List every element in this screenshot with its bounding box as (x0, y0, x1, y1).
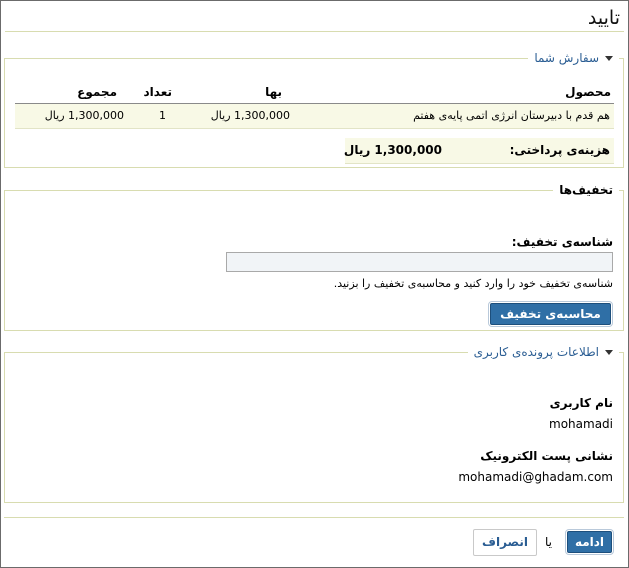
username-label: نام کاربری (549, 396, 613, 410)
title-divider (5, 31, 624, 32)
discounts-legend-label: تخفیف‌ها (559, 183, 613, 197)
profile-section: اطلاعات پرونده‌ی کاربری نام کاربری moham… (4, 345, 624, 503)
cancel-button[interactable]: انصراف (473, 529, 537, 556)
item-total: 1,300,000 ریال (44, 109, 124, 122)
or-text: یا (545, 535, 552, 549)
order-table: محصول بها تعداد مجموع هم قدم با دبیرستان… (15, 82, 614, 129)
profile-legend[interactable]: اطلاعات پرونده‌ی کاربری (468, 345, 619, 359)
email-label: نشانی پست الکترونیک (480, 449, 613, 463)
discount-code-label: شناسه‌ی تخفیف: (511, 235, 613, 249)
order-legend-label: سفارش شما (534, 51, 599, 65)
column-total: مجموع (77, 85, 117, 99)
payment-total-row: هزینه‌ی پرداختی: 1,300,000 ریال (343, 138, 614, 164)
collapse-arrow-icon (605, 350, 613, 355)
email-value: mohamadi@ghadam.com (458, 470, 613, 484)
username-value: mohamadi (549, 417, 613, 431)
discounts-section: تخفیف‌ها شناسه‌ی تخفیف: شناسه‌ی تخفیف خو… (4, 183, 624, 331)
collapse-arrow-icon (605, 56, 613, 61)
payment-value: 1,300,000 ریال (343, 143, 442, 157)
item-qty: 1 (159, 109, 166, 122)
discounts-legend: تخفیف‌ها (553, 183, 619, 197)
discount-hint: شناسه‌ی تخفیف خود را وارد کنید و محاسبه‌… (333, 277, 613, 290)
checkout-window: تایید سفارش شما محصول بها تعداد مجموع هم… (0, 0, 629, 568)
table-row: هم قدم با دبیرستان انرژی اتمی پایه‌ی هفت… (15, 104, 614, 129)
payment-label: هزینه‌ی پرداختی: (509, 143, 610, 157)
profile-legend-label: اطلاعات پرونده‌ی کاربری (473, 345, 599, 359)
column-price: بها (265, 85, 282, 99)
column-qty: تعداد (143, 85, 172, 99)
actions-bar: ادامه یا انصراف (4, 517, 624, 564)
order-section: سفارش شما محصول بها تعداد مجموع هم قدم ب… (4, 51, 624, 168)
item-product: هم قدم با دبیرستان انرژی اتمی پایه‌ی هفت… (413, 109, 610, 122)
column-product: محصول (565, 85, 611, 99)
continue-button[interactable]: ادامه (565, 529, 614, 555)
page-title: تایید (587, 7, 620, 29)
calculate-discount-button[interactable]: محاسبه‌ی تخفیف (488, 301, 613, 327)
order-legend[interactable]: سفارش شما (528, 51, 619, 65)
order-table-header: محصول بها تعداد مجموع (15, 82, 614, 104)
item-price: 1,300,000 ریال (210, 109, 290, 122)
discount-code-input[interactable] (226, 252, 613, 272)
